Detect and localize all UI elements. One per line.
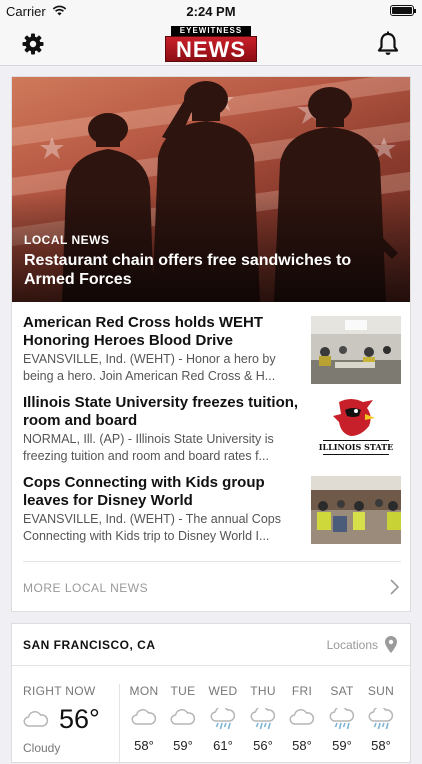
local-news-card: LOCAL NEWS Restaurant chain offers free …	[11, 76, 411, 612]
forecast-day-name: TUE	[170, 684, 196, 698]
forecast-day: TUE 59°	[163, 684, 203, 753]
forecast-day: MON 58°	[124, 684, 164, 753]
eyewitness-news-logo: EYEWITNESS NEWS	[165, 26, 257, 62]
forecast-day-name: SUN	[367, 684, 395, 698]
forecast-temp: 58°	[292, 738, 312, 753]
forecast-day-name: THU	[250, 684, 276, 698]
forecast-day-name: WED	[208, 684, 238, 698]
gear-icon[interactable]	[21, 32, 45, 56]
forecast-temp: 58°	[134, 738, 154, 753]
forecast-day-name: FRI	[291, 684, 313, 698]
weather-location: SAN FRANCISCO, CA	[23, 638, 156, 652]
battery-icon	[390, 5, 416, 16]
forecast-day: SUN 58°	[361, 684, 401, 753]
forecast-temp: 61°	[213, 738, 233, 753]
current-condition: Cloudy	[23, 741, 61, 755]
cloud-icon	[170, 709, 196, 725]
weather-card: SAN FRANCISCO, CA Locations RIGHT NOW 56…	[11, 623, 411, 764]
rain-icon	[250, 708, 276, 730]
forecast-temp: 59°	[173, 738, 193, 753]
forecast-day-name: MON	[129, 684, 159, 698]
current-temperature: 56°	[59, 704, 100, 734]
logo-main-text: NEWS	[165, 36, 257, 62]
story-summary: EVANSVILLE, Ind. (WEHT) - Honor a hero b…	[23, 352, 276, 383]
hero-story[interactable]: LOCAL NEWS Restaurant chain offers free …	[12, 77, 410, 302]
story-summary: EVANSVILLE, Ind. (WEHT) - The annual Cop…	[23, 512, 281, 543]
list-item[interactable]: American Red Cross holds WEHT Honoring H…	[23, 314, 401, 386]
story-title[interactable]: Cops Connecting with Kids group leaves f…	[23, 474, 301, 510]
forecast-day: FRI 58°	[282, 684, 322, 753]
story-thumbnail	[311, 476, 401, 544]
forecast-temp: 59°	[332, 738, 352, 753]
forecast-temp: 56°	[253, 738, 273, 753]
story-title[interactable]: Illinois State University freezes tuitio…	[23, 394, 301, 430]
list-item[interactable]: Illinois State University freezes tuitio…	[23, 394, 401, 466]
cloud-icon	[289, 709, 315, 725]
locations-label[interactable]: Locations	[327, 638, 378, 652]
forecast-day-name: SAT	[330, 684, 354, 698]
hero-headline[interactable]: Restaurant chain offers free sandwiches …	[24, 251, 394, 289]
cloud-icon	[131, 709, 157, 725]
rain-icon	[368, 708, 394, 730]
forecast-day: THU 56°	[243, 684, 283, 753]
navigation-bar: EYEWITNESS NEWS	[0, 22, 422, 66]
story-title[interactable]: American Red Cross holds WEHT Honoring H…	[23, 314, 301, 350]
chevron-right-icon	[390, 579, 400, 595]
story-summary: NORMAL, Ill. (AP) - Illinois State Unive…	[23, 432, 274, 463]
right-now-label: RIGHT NOW	[23, 684, 96, 698]
rain-icon	[210, 708, 236, 730]
more-local-news-link[interactable]: MORE LOCAL NEWS	[23, 561, 401, 613]
current-conditions: RIGHT NOW 56° Cloudy	[23, 684, 118, 755]
more-local-news-label[interactable]: MORE LOCAL NEWS	[23, 581, 148, 595]
forecast-day: WED 61°	[203, 684, 243, 753]
story-thumbnail: ILLINOIS STATE	[311, 396, 401, 464]
forecast-temp: 58°	[371, 738, 391, 753]
rain-icon	[329, 708, 355, 730]
hero-category: LOCAL NEWS	[24, 233, 110, 247]
forecast-day: SAT 59°	[322, 684, 362, 753]
clock-time: 2:24 PM	[186, 4, 236, 19]
logo-top-text: EYEWITNESS	[171, 26, 251, 36]
list-item[interactable]: Cops Connecting with Kids group leaves f…	[23, 474, 401, 546]
thumbnail-caption: ILLINOIS STATE	[319, 442, 393, 452]
story-thumbnail	[311, 316, 401, 384]
bell-icon[interactable]	[376, 31, 400, 57]
status-bar: Carrier 2:24 PM	[0, 0, 422, 22]
cloud-icon	[23, 711, 49, 727]
location-pin-icon[interactable]	[384, 636, 398, 654]
